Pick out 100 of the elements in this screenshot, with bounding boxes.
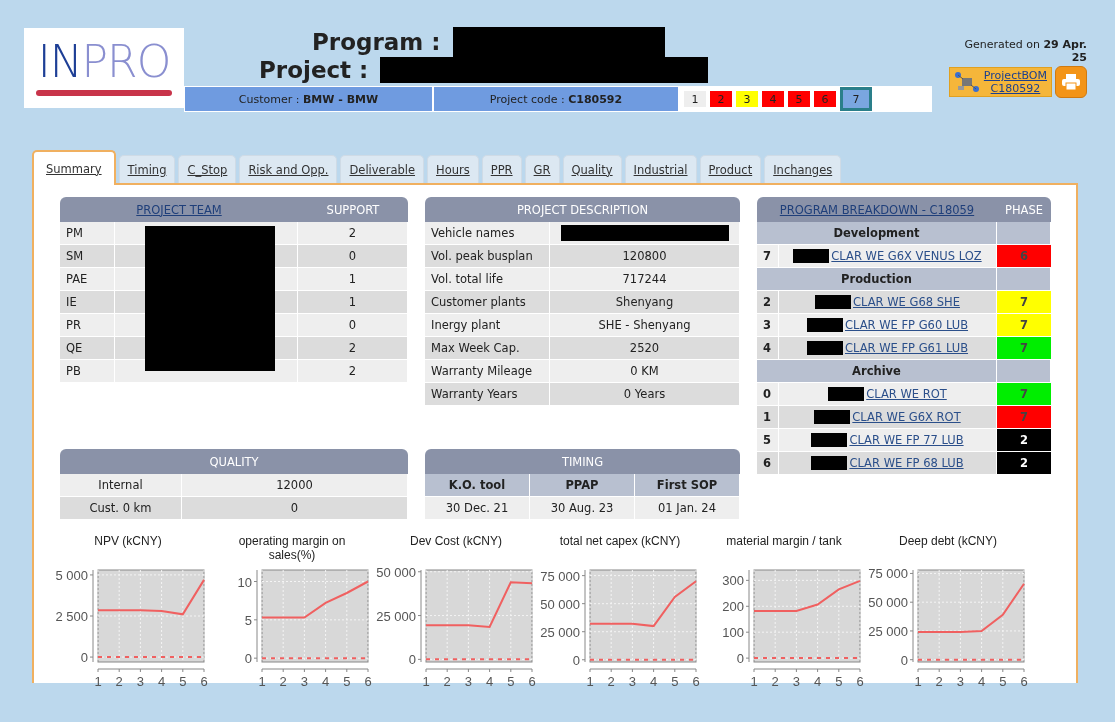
tick-label: 5 [343, 674, 351, 689]
tick-label: 0 [408, 652, 416, 668]
table-cell: 12000 [182, 474, 408, 496]
logo: IN PRO [24, 28, 184, 108]
redaction-bar [793, 249, 830, 263]
table-cell: PAE [60, 268, 115, 290]
tab[interactable]: Industrial [624, 155, 697, 183]
program-link[interactable]: CLAR WE FP 77 LUB [849, 433, 964, 447]
table-cell: 5 [757, 429, 779, 451]
program-link[interactable]: CLAR WE ROT [866, 387, 947, 401]
tick-label: 2 [607, 674, 615, 689]
program-link[interactable]: CLAR WE FP G61 LUB [844, 341, 969, 355]
table-cell: Shenyang [550, 291, 740, 313]
table-cell: 4 [757, 337, 779, 359]
tick-label: 75 000 [540, 568, 580, 584]
table-cell: Inergy plant [425, 314, 550, 336]
tick-label: 0 [80, 650, 88, 666]
tick-label: 1 [586, 674, 594, 689]
column-header: PPAP [530, 474, 635, 496]
table-cell: 0 [298, 245, 408, 267]
phase-cell: 2 [997, 452, 1051, 474]
table-cell: 3 [757, 314, 779, 336]
table-cell: 1 [298, 291, 408, 313]
table-cell: Warranty Years [425, 383, 550, 405]
table-cell: 30 Aug. 23 [530, 497, 635, 519]
tick-label: 3 [300, 674, 308, 689]
tab[interactable]: Deliverable [340, 155, 424, 183]
tab[interactable]: GR [524, 155, 560, 183]
phase-cell: 7 [997, 291, 1051, 313]
tick-label: 5 [671, 674, 679, 689]
tick-label: 3 [136, 674, 144, 689]
tick-label: 3 [956, 674, 964, 689]
tick-label: 4 [650, 674, 658, 689]
table-cell: PR [60, 314, 115, 336]
table-cell: 0 [182, 497, 408, 519]
tab[interactable]: Timing [118, 155, 176, 183]
tab[interactable]: Hours [427, 155, 479, 183]
tick-label: 2 [115, 674, 123, 689]
redaction-bar [811, 433, 848, 447]
table-cell: 0 [298, 314, 408, 336]
tick-label: 6 [528, 674, 536, 689]
program-link[interactable]: CLAR WE FP G60 LUB [844, 318, 969, 332]
program-link[interactable]: CLAR WE G68 SHE [853, 295, 960, 309]
tab[interactable]: Product [699, 155, 762, 183]
phase-cell: 7 [997, 337, 1051, 359]
chart-title: total net capex (kCNY) [558, 534, 682, 550]
table-cell: Vehicle names [425, 222, 550, 244]
print-button[interactable] [1055, 66, 1087, 98]
tick-label: 1 [94, 674, 102, 689]
tick-label: 6 [856, 674, 864, 689]
tick-label: 5 000 [55, 567, 88, 583]
table-header: QUALITY [60, 449, 408, 474]
program-link[interactable]: CLAR WE FP 68 LUB [849, 456, 964, 470]
project-label: Project : [259, 57, 369, 83]
tick-label: 5 [835, 674, 843, 689]
tab[interactable]: C_Stop [178, 155, 237, 183]
tick-label: 50 000 [868, 595, 908, 611]
program-label: Program : [312, 29, 441, 55]
program-link[interactable]: CLAR WE G6X VENUS LOZ [831, 249, 982, 263]
tick-label: 75 000 [868, 566, 908, 582]
table-cell: 6 [757, 452, 779, 474]
tick-label: 5 [179, 674, 187, 689]
tick-label: 4 [322, 674, 330, 689]
table-cell: Warranty Mileage [425, 360, 550, 382]
tick-label: 5 [999, 674, 1007, 689]
table-cell: 2 [757, 291, 779, 313]
table-cell: Vol. total life [425, 268, 550, 290]
table-cell: Internal [60, 474, 182, 496]
network-icon [953, 71, 980, 93]
tick-label: 2 [935, 674, 943, 689]
table-header: TIMING [425, 449, 740, 474]
project-bom-link[interactable]: ProjectBOM C180592 [948, 67, 1052, 97]
table-cell: 2 [298, 337, 408, 359]
phase-cell: 7 [997, 406, 1051, 428]
tab[interactable]: Quality [562, 155, 622, 183]
table-cell: 2520 [550, 337, 740, 359]
phase-cell: 2 [997, 429, 1051, 451]
tab[interactable]: Risk and Opp. [239, 155, 338, 183]
table-cell: SM [60, 245, 115, 267]
table-cell: 2 [298, 222, 408, 244]
tick-label: 10 [237, 574, 252, 590]
tab[interactable]: Summary [32, 150, 116, 185]
program-link[interactable]: CLAR WE G6X ROT [852, 410, 961, 424]
tab[interactable]: PPR [481, 155, 522, 183]
tick-label: 6 [1020, 674, 1028, 689]
tick-label: 50 000 [376, 564, 416, 580]
redaction-bar [815, 295, 852, 309]
tick-label: 25 000 [540, 624, 580, 640]
tick-label: 2 500 [55, 609, 88, 624]
section-heading: Development [757, 222, 997, 244]
table-cell: Customer plants [425, 291, 550, 313]
column-header: K.O. tool [425, 474, 530, 496]
tick-label: 100 [722, 625, 744, 641]
redaction-bar [814, 410, 851, 424]
table-cell: SHE - Shenyang [550, 314, 740, 336]
tick-label: 25 000 [868, 623, 908, 639]
table-cell: 1 [757, 406, 779, 428]
tick-label: 2 [279, 674, 287, 689]
tab[interactable]: Inchanges [764, 155, 842, 183]
tick-label: 6 [692, 674, 700, 689]
